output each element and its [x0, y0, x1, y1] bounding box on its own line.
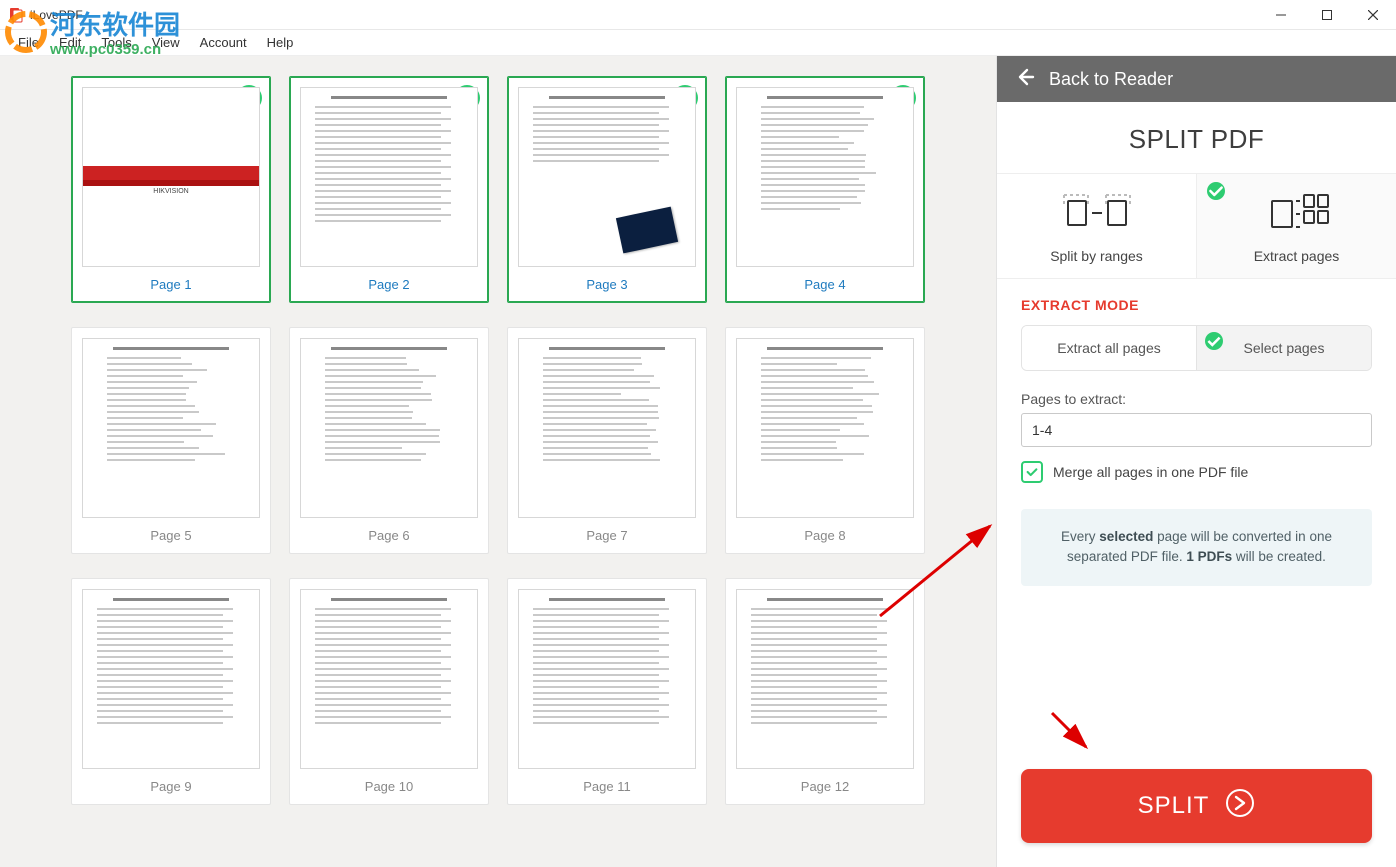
- menu-edit[interactable]: Edit: [49, 32, 91, 53]
- page-preview: HIKVISION: [82, 87, 260, 267]
- page-label: Page 6: [300, 528, 478, 543]
- check-icon: [1205, 332, 1223, 350]
- page-preview: [736, 338, 914, 518]
- page-preview: [518, 87, 696, 267]
- page-preview: [518, 338, 696, 518]
- pages-to-extract-label: Pages to extract:: [1021, 391, 1372, 407]
- page-thumbnail[interactable]: HIKVISION Page 1: [71, 76, 271, 303]
- back-label: Back to Reader: [1049, 69, 1173, 90]
- page-preview: [300, 589, 478, 769]
- option-extract-all[interactable]: Extract all pages: [1022, 326, 1196, 370]
- menu-view[interactable]: View: [142, 32, 190, 53]
- page-thumbnail[interactable]: Page 8: [725, 327, 925, 554]
- page-label: Page 12: [736, 779, 914, 794]
- option-all-label: Extract all pages: [1057, 340, 1161, 356]
- option-select-pages[interactable]: Select pages: [1196, 326, 1371, 370]
- tab-split-by-ranges[interactable]: Split by ranges: [997, 174, 1196, 278]
- page-thumbnail[interactable]: Page 6: [289, 327, 489, 554]
- page-label: Page 8: [736, 528, 914, 543]
- page-preview: [300, 338, 478, 518]
- info-message: Every selected page will be converted in…: [1021, 509, 1372, 586]
- pages-to-extract-input[interactable]: [1021, 413, 1372, 447]
- page-thumbnail[interactable]: Page 5: [71, 327, 271, 554]
- page-thumbnail[interactable]: Page 7: [507, 327, 707, 554]
- page-label: Page 7: [518, 528, 696, 543]
- arrow-right-circle-icon: [1225, 788, 1255, 825]
- tab-extract-pages[interactable]: Extract pages: [1196, 174, 1396, 278]
- page-preview: [736, 87, 914, 267]
- menu-bar: File Edit Tools View Account Help: [0, 30, 1396, 56]
- window-minimize-button[interactable]: [1258, 0, 1304, 30]
- page-label: Page 5: [82, 528, 260, 543]
- page-preview: [82, 589, 260, 769]
- window-titlebar: iLovePDF: [0, 0, 1396, 30]
- page-thumbnail[interactable]: Page 12: [725, 578, 925, 805]
- option-select-label: Select pages: [1244, 340, 1325, 356]
- arrow-left-icon: [1015, 67, 1035, 92]
- panel-title: SPLIT PDF: [997, 102, 1396, 173]
- page-label: Page 10: [300, 779, 478, 794]
- page-preview: [82, 338, 260, 518]
- page-label: Page 9: [82, 779, 260, 794]
- page-label: Page 1: [82, 277, 260, 292]
- page-thumbnail[interactable]: Page 9: [71, 578, 271, 805]
- menu-help[interactable]: Help: [257, 32, 304, 53]
- page-label: Page 11: [518, 779, 696, 794]
- page-label: Page 2: [300, 277, 478, 292]
- page-thumbnail[interactable]: Page 4: [725, 76, 925, 303]
- split-ranges-icon: [1005, 190, 1188, 238]
- extract-pages-icon: [1205, 190, 1388, 238]
- window-title: iLovePDF: [30, 8, 83, 22]
- extract-mode-heading: EXTRACT MODE: [997, 279, 1396, 325]
- back-to-reader-button[interactable]: Back to Reader: [997, 56, 1396, 102]
- page-thumbnail[interactable]: Page 3: [507, 76, 707, 303]
- page-preview: [300, 87, 478, 267]
- page-grid-scroll[interactable]: HIKVISION Page 1 Page 2 Page 3 Page 4 Page 5 P…: [0, 56, 996, 867]
- page-thumbnail[interactable]: Page 10: [289, 578, 489, 805]
- menu-account[interactable]: Account: [190, 32, 257, 53]
- page-preview: [736, 589, 914, 769]
- page-thumbnail[interactable]: Page 11: [507, 578, 707, 805]
- tab-ranges-label: Split by ranges: [1005, 248, 1188, 264]
- split-button[interactable]: SPLIT: [1021, 769, 1372, 843]
- window-close-button[interactable]: [1350, 0, 1396, 30]
- extract-mode-toggle: Extract all pages Select pages: [1021, 325, 1372, 371]
- tab-extract-label: Extract pages: [1205, 248, 1388, 264]
- split-mode-tabs: Split by ranges Extract pages: [997, 173, 1396, 279]
- app-icon: [8, 7, 24, 23]
- page-preview: [518, 589, 696, 769]
- menu-file[interactable]: File: [8, 32, 49, 53]
- merge-checkbox-label: Merge all pages in one PDF file: [1053, 464, 1248, 480]
- split-button-label: SPLIT: [1138, 792, 1210, 820]
- window-maximize-button[interactable]: [1304, 0, 1350, 30]
- page-label: Page 4: [736, 277, 914, 292]
- merge-checkbox[interactable]: [1021, 461, 1043, 483]
- menu-tools[interactable]: Tools: [91, 32, 141, 53]
- check-icon: [1207, 182, 1225, 200]
- page-label: Page 3: [518, 277, 696, 292]
- page-thumbnail[interactable]: Page 2: [289, 76, 489, 303]
- right-panel: Back to Reader SPLIT PDF Split by ranges…: [996, 56, 1396, 867]
